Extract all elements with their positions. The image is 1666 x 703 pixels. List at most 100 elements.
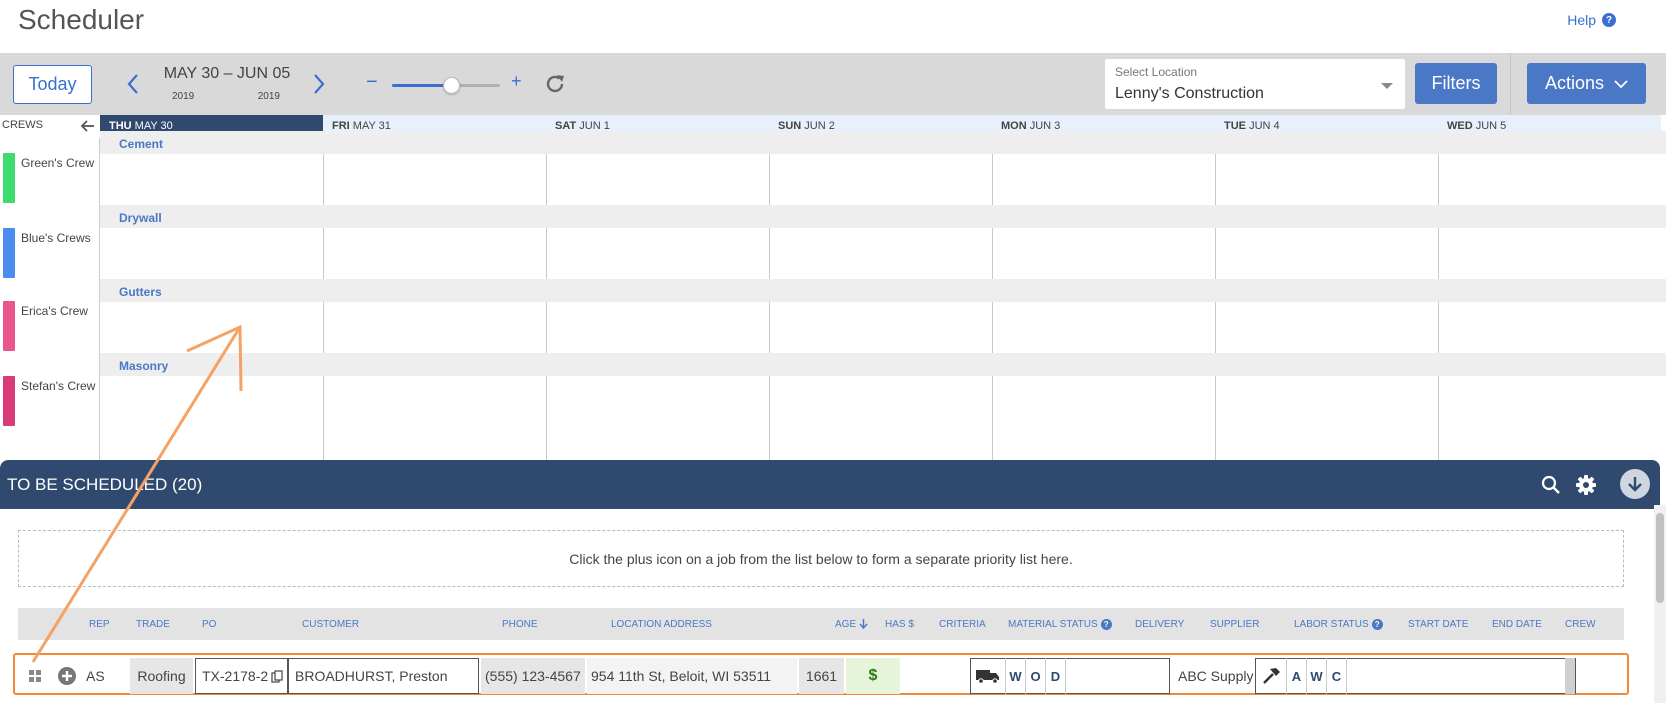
col-delivery[interactable]: DELIVERY (1135, 619, 1184, 630)
cell-phone: (555) 123-4567 (481, 658, 585, 694)
hammer-icon (1263, 668, 1280, 684)
crew-schedule-row[interactable] (100, 228, 1666, 279)
col-criteria[interactable]: CRITERIA (939, 619, 986, 630)
zoom-slider[interactable] (392, 77, 500, 94)
col-trade[interactable]: TRADE (136, 619, 170, 630)
drag-handle[interactable] (23, 658, 47, 694)
crew-color-swatch (3, 301, 15, 351)
collapse-panel-button[interactable] (1620, 469, 1650, 499)
col-po[interactable]: PO (202, 619, 216, 630)
day-column-divider (769, 376, 770, 460)
scheduler-app: Scheduler Help ? Today MAY 30 – JUN 05 2… (0, 0, 1666, 703)
col-address[interactable]: LOCATION ADDRESS (611, 619, 712, 630)
arrow-left-icon[interactable] (80, 118, 96, 134)
trade-group-header: Gutters (100, 279, 1666, 302)
add-to-priority-button[interactable] (55, 658, 79, 694)
col-age[interactable]: AGE (835, 619, 868, 630)
labor-status-a[interactable]: A (1286, 658, 1306, 694)
col-material-status[interactable]: MATERIAL STATUS? (1008, 619, 1112, 630)
col-supplier[interactable]: SUPPLIER (1210, 619, 1259, 630)
toolbar-divider (1510, 53, 1511, 115)
help-icon[interactable]: ? (1100, 619, 1112, 630)
priority-list-dropzone[interactable]: Click the plus icon on a job from the li… (18, 530, 1624, 587)
cell-supplier: ABC Supply (1178, 668, 1254, 684)
help-icon: ? (1602, 13, 1616, 27)
day-column-divider (992, 302, 993, 353)
panel-header: TO BE SCHEDULED (20) (0, 460, 1660, 509)
today-button[interactable]: Today (13, 65, 92, 104)
trade-name: Masonry (119, 359, 169, 373)
crew-color-swatch (3, 153, 15, 203)
day-column-divider (323, 376, 324, 460)
crew-schedule-row[interactable] (100, 302, 1666, 353)
day-column-divider (992, 154, 993, 205)
trade-group-header: Cement (100, 131, 1666, 154)
col-phone[interactable]: PHONE (502, 619, 538, 630)
scrollbar-thumb[interactable] (1656, 513, 1664, 603)
gear-icon[interactable] (1575, 474, 1597, 496)
crews-label: CREWS (2, 119, 43, 131)
day-column-divider (323, 154, 324, 205)
day-column-divider (546, 154, 547, 205)
help-icon[interactable]: ? (1371, 619, 1383, 630)
day-column-divider (1215, 228, 1216, 279)
calendar-grid: CREWS THU MAY 30 FRI MAY 31 SAT JUN 1 SU… (0, 115, 1666, 460)
location-select-label: Select Location (1115, 65, 1198, 79)
material-status-d[interactable]: D (1045, 658, 1065, 694)
col-customer[interactable]: CUSTOMER (302, 619, 359, 630)
actions-button[interactable]: Actions (1527, 63, 1646, 104)
trade-name: Drywall (119, 211, 162, 225)
prev-week-icon[interactable] (123, 70, 143, 98)
zoom-slider-handle[interactable] (443, 77, 461, 94)
location-select[interactable]: Select Location Lenny's Construction (1105, 59, 1405, 109)
delivery-slot[interactable] (1065, 658, 1169, 694)
day-column-divider (769, 228, 770, 279)
search-icon[interactable] (1540, 474, 1562, 496)
truck-icon (976, 670, 999, 684)
day-column-divider (1438, 302, 1439, 353)
help-link[interactable]: Help ? (1567, 12, 1616, 28)
copy-icon[interactable] (271, 669, 284, 683)
col-material-status-label: MATERIAL STATUS (1008, 619, 1098, 631)
day-column-divider (992, 228, 993, 279)
material-status-o[interactable]: O (1025, 658, 1045, 694)
crew-list: Green's Crew Blue's Crews Erica's Crew S… (0, 138, 100, 460)
crew-schedule-row[interactable] (100, 376, 1666, 460)
next-week-icon[interactable] (309, 70, 329, 98)
day-column-divider (323, 302, 324, 353)
crew-schedule-row[interactable] (100, 154, 1666, 205)
table-row[interactable]: AS Roofing TX-2178-2 BROADHURST, Preston… (13, 653, 1629, 695)
filters-button[interactable]: Filters (1415, 63, 1497, 104)
crews-header: CREWS (0, 115, 100, 138)
cell-trade: Roofing (130, 658, 193, 694)
panel-scrollbar[interactable] (1654, 505, 1666, 703)
trade-group-header: Drywall (100, 205, 1666, 228)
crew-name: Blue's Crews (21, 231, 91, 245)
col-crew[interactable]: CREW (1565, 619, 1596, 630)
col-start-date[interactable]: START DATE (1408, 619, 1468, 630)
cell-labor-status[interactable]: A W C (1255, 658, 1576, 694)
crew-color-swatch (3, 228, 15, 278)
labor-status-w[interactable]: W (1306, 658, 1326, 694)
col-has[interactable]: HAS $ (885, 619, 914, 630)
po-number: TX-2178-2 (202, 668, 269, 684)
location-select-value: Lenny's Construction (1115, 85, 1264, 102)
cell-rep: AS (86, 668, 105, 684)
cell-age: 1661 (799, 658, 844, 694)
refresh-icon[interactable] (544, 73, 566, 95)
drag-grip-icon (29, 670, 41, 682)
labor-status-c[interactable]: C (1326, 658, 1346, 694)
zoom-out-button[interactable]: − (366, 71, 378, 94)
dates-crew-slot[interactable] (1346, 658, 1565, 694)
cell-customer[interactable]: BROADHURST, Preston (288, 658, 479, 694)
material-status-w[interactable]: W (1005, 658, 1025, 694)
cell-po[interactable]: TX-2178-2 (195, 658, 288, 694)
col-end-date[interactable]: END DATE (1492, 619, 1542, 630)
col-labor-status[interactable]: LABOR STATUS? (1294, 619, 1383, 630)
day-column-divider (769, 154, 770, 205)
zoom-in-button[interactable]: + (511, 71, 522, 92)
cell-material-status[interactable]: W O D (970, 658, 1170, 694)
col-rep[interactable]: REP (89, 619, 110, 630)
row-resize-handle[interactable] (1565, 658, 1575, 694)
actions-label: Actions (1544, 73, 1605, 93)
